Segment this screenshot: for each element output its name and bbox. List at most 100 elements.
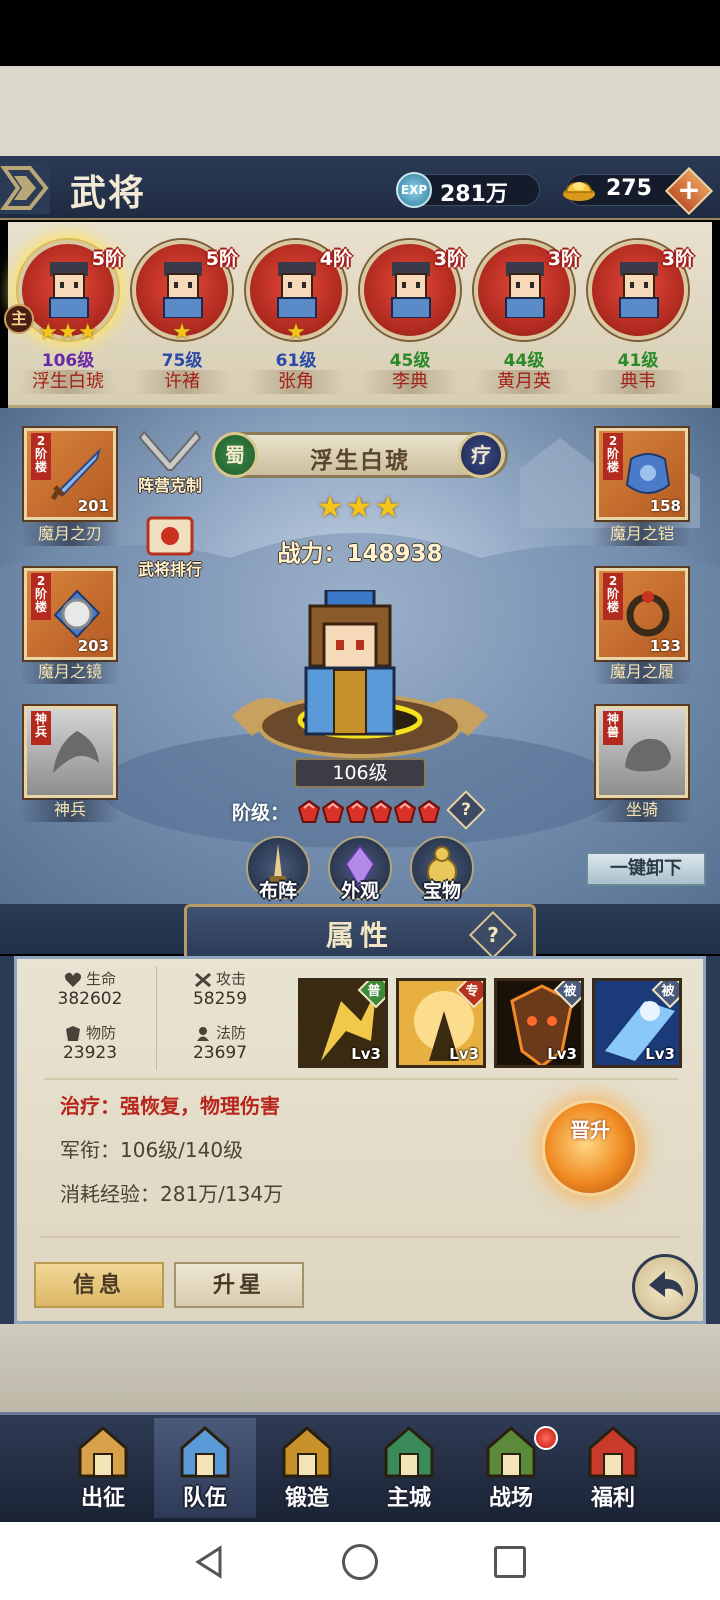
rank-gem-icon xyxy=(394,800,416,823)
skill-type-label: 专 xyxy=(465,984,479,999)
nav-label: 战场 xyxy=(488,1485,533,1511)
mount-silhouette-icon xyxy=(625,738,671,772)
return-button[interactable] xyxy=(632,1254,698,1320)
mirror-slot[interactable]: 2阶楼 203 xyxy=(24,568,116,660)
master-badge: 主 xyxy=(4,304,34,334)
heart-icon xyxy=(64,972,82,987)
slot-count: 133 xyxy=(649,637,681,655)
hero-star-rating: ★ xyxy=(172,320,192,345)
stat-value: 23923 xyxy=(62,1043,118,1063)
hero-name-label: 浮生白琥 xyxy=(20,370,116,394)
system-back-icon[interactable] xyxy=(190,1542,230,1582)
faction-counter-button[interactable]: 阵营克制 xyxy=(130,428,210,495)
stat-hp: 生命 382602 xyxy=(34,968,146,1009)
hero-name-label: 张角 xyxy=(248,370,344,394)
crossed-swords-icon xyxy=(195,972,211,987)
promote-button[interactable] xyxy=(542,1100,638,1196)
mount-label: 坐骑 xyxy=(592,798,692,822)
gold-ingot-icon xyxy=(563,182,595,201)
hero-rank-label: 3阶 xyxy=(661,248,694,270)
mount-slot[interactable]: 神兽 xyxy=(596,706,688,798)
back-arrow-icon[interactable] xyxy=(0,158,55,218)
faction-counter-label: 阵营克制 xyxy=(137,476,202,495)
hero-card[interactable]: 3阶 44级 黄月英 xyxy=(468,236,580,408)
scroll-banner-icon xyxy=(146,516,194,556)
stat-attack: 攻击 58259 xyxy=(164,968,276,1009)
question-icon: ? xyxy=(461,800,471,820)
return-arrow-icon xyxy=(649,1271,683,1297)
hero-rank-label: 5阶 xyxy=(205,248,238,270)
boots-label: 魔月之履 xyxy=(592,660,692,684)
divine-weapon-slot[interactable]: 神兵 xyxy=(24,706,116,798)
team-helmet-icon xyxy=(180,1426,230,1478)
nav-label: 出征 xyxy=(80,1485,125,1511)
hero-avatar xyxy=(619,262,659,318)
nav-item-3[interactable]: 主城 xyxy=(358,1418,460,1518)
stat-label: 攻击 xyxy=(215,970,246,988)
question-icon: ? xyxy=(487,923,499,947)
forge-hammer-icon xyxy=(282,1426,332,1478)
skill-slot[interactable]: 专 Lv3 xyxy=(396,978,486,1068)
hero-rank-label: 3阶 xyxy=(547,248,580,270)
nav-label: 锻造 xyxy=(284,1485,329,1511)
exp-value: 281万 xyxy=(440,182,508,207)
hero-name-label: 典韦 xyxy=(590,370,686,394)
hero-avatar xyxy=(505,262,545,318)
exp-icon: EXP xyxy=(396,172,432,208)
rank-gem-icon xyxy=(346,800,368,823)
system-recent-apps-icon[interactable] xyxy=(494,1546,526,1578)
hero-ranking-button[interactable]: 武将排行 xyxy=(130,512,210,579)
promote-text: 晋升 xyxy=(570,1118,610,1142)
page-title: 武将 xyxy=(70,172,147,214)
hero-card[interactable]: 4阶 ★ 61级 张角 xyxy=(240,236,352,408)
status-bar xyxy=(0,0,720,66)
slot-count: 158 xyxy=(649,497,681,515)
stat-label: 法防 xyxy=(215,1024,246,1042)
panel-frame-right xyxy=(706,956,720,1326)
hero-rank-label: 5阶 xyxy=(91,248,124,270)
armor-slot[interactable]: 2阶楼 158 xyxy=(596,428,688,520)
skill-slot[interactable]: 被 Lv3 xyxy=(494,978,584,1068)
crossed-swords-icon xyxy=(78,1426,128,1478)
rank-label: 阶级： xyxy=(232,802,290,824)
hero-card[interactable]: 5阶 ★ 75级 许褚 xyxy=(126,236,238,408)
skill-slot[interactable]: 普 Lv3 xyxy=(298,978,388,1068)
hero-card[interactable]: 3阶 41级 典韦 xyxy=(582,236,694,408)
magic-shield-icon xyxy=(196,1026,209,1041)
stat-value: 23697 xyxy=(192,1043,248,1063)
stat-value: 382602 xyxy=(57,989,123,1009)
unequip-all-button[interactable]: 一键卸下 xyxy=(586,852,706,886)
rank-gem-icon xyxy=(370,800,392,823)
nav-item-5[interactable]: 福利 xyxy=(562,1418,664,1518)
slot-count: 201 xyxy=(77,497,109,515)
promote-label: 晋升 xyxy=(542,1118,638,1142)
hero-level-label: 41级 xyxy=(617,351,659,371)
nav-item-1[interactable]: 队伍 xyxy=(154,1418,256,1518)
top-banner xyxy=(0,66,720,156)
skill-slot[interactable]: 被 Lv3 xyxy=(592,978,682,1068)
hero-name-label: 黄月英 xyxy=(476,370,572,394)
hero-card[interactable]: 3阶 45级 李典 xyxy=(354,236,466,408)
crossed-blades-icon xyxy=(138,430,202,471)
boots-slot[interactable]: 2阶楼 133 xyxy=(596,568,688,660)
weapon-slot[interactable]: 2阶楼 201 xyxy=(24,428,116,520)
hero-role-description: 治疗：强恢复，物理伤害 xyxy=(60,1094,280,1118)
panel-frame-left xyxy=(0,956,14,1326)
hero-level-label: 45级 xyxy=(389,351,431,371)
nav-item-2[interactable]: 锻造 xyxy=(256,1418,358,1518)
nav-label: 福利 xyxy=(590,1485,635,1511)
nav-item-0[interactable]: 出征 xyxy=(52,1418,154,1518)
skill-level: Lv3 xyxy=(449,1045,479,1063)
tab-star-up[interactable]: 升星 xyxy=(174,1262,304,1308)
slot-count: 203 xyxy=(77,637,109,655)
stat-label: 物防 xyxy=(85,1024,116,1042)
hero-name-label: 许褚 xyxy=(134,370,230,394)
notification-dot xyxy=(534,1426,558,1450)
skill-level: Lv3 xyxy=(645,1045,675,1063)
nav-label: 队伍 xyxy=(182,1485,227,1511)
hero-avatar xyxy=(163,262,203,318)
system-home-icon[interactable] xyxy=(342,1544,378,1580)
tab-info[interactable]: 信息 xyxy=(34,1262,164,1308)
castle-icon xyxy=(384,1426,434,1478)
treasure-label: 宝物 xyxy=(422,880,461,902)
